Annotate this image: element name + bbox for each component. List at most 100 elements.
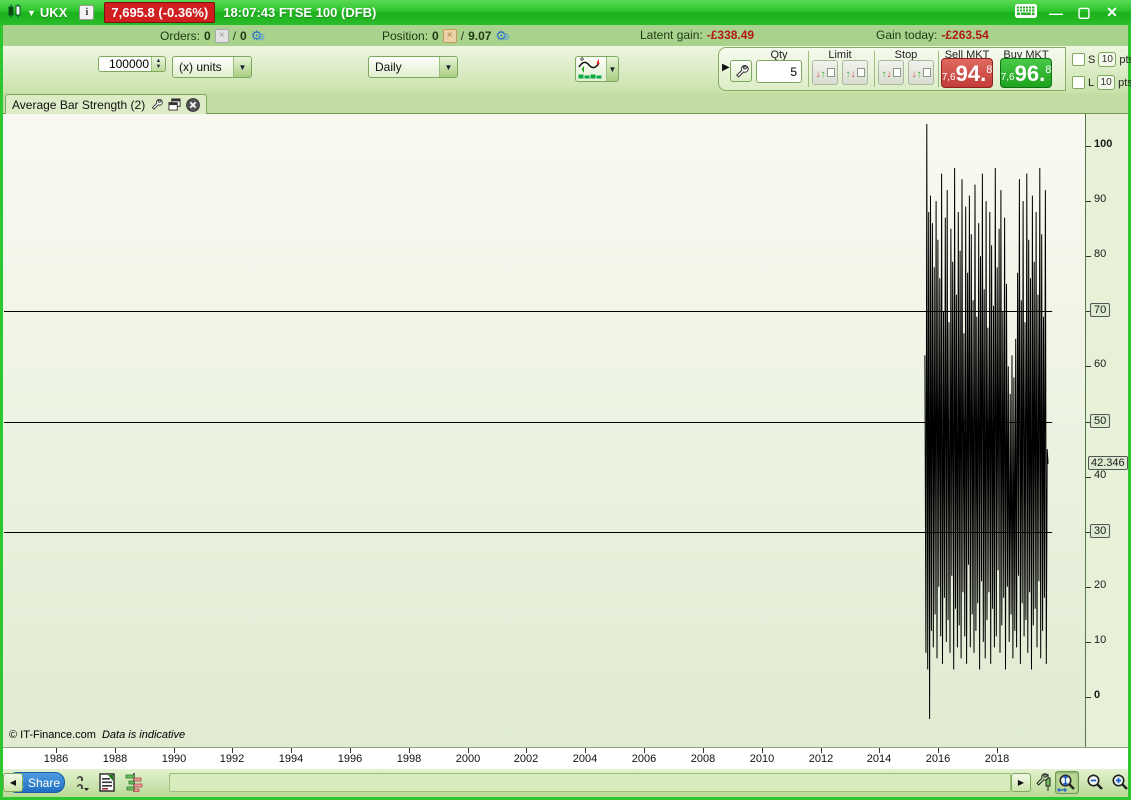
- indicator-series-line: [924, 123, 1049, 720]
- gain-today-label: Gain today:: [876, 28, 938, 42]
- x-tick-label-2012: 2012: [808, 753, 834, 765]
- time-and-instrument: 18:07:43 FTSE 100 (DFB): [223, 5, 377, 20]
- quantity-spinner[interactable]: ▲ ▼: [151, 57, 165, 71]
- orders-settings-icon[interactable]: ⚙⚙: [251, 28, 266, 44]
- limit-checkbox[interactable]: [1072, 76, 1085, 89]
- units-dropdown-caret-icon[interactable]: ▼: [233, 57, 251, 77]
- info-button[interactable]: i: [79, 5, 95, 20]
- stop-buy-order-button[interactable]: ↑↓: [878, 60, 904, 85]
- price-badge: 7,695.8 (-0.36%): [104, 2, 216, 23]
- position-label: Position:: [382, 29, 429, 43]
- stop-pts-input[interactable]: 10: [1098, 52, 1117, 67]
- status-row: Orders: 0 × / 0 ⚙⚙ Position: 0 × / 9.07 …: [3, 25, 1128, 46]
- position-status: Position: 0 × / 9.07 ⚙⚙: [382, 28, 510, 44]
- volume-profile-icon[interactable]: [125, 773, 143, 795]
- x-tick-label-2002: 2002: [513, 753, 539, 765]
- stop-sell-order-button[interactable]: ↓↑: [908, 60, 934, 85]
- quantity-input[interactable]: [99, 57, 151, 71]
- zoom-in-button[interactable]: [1108, 771, 1131, 794]
- y-tick: [1086, 697, 1091, 698]
- close-button[interactable]: ✕: [1103, 4, 1121, 21]
- timeframe-dropdown-caret-icon[interactable]: ▼: [439, 57, 457, 77]
- scrollbar-left-button[interactable]: ◀: [3, 773, 23, 792]
- symbol-dropdown-caret-icon[interactable]: ▼: [27, 8, 36, 18]
- current-value-label: 42.346: [1088, 456, 1128, 470]
- chart-display-settings-icon[interactable]: [1031, 771, 1055, 794]
- maximize-button[interactable]: ▢: [1075, 4, 1093, 21]
- timeframe-dropdown[interactable]: Daily ▼: [368, 56, 458, 78]
- y-tick: [1086, 366, 1091, 367]
- x-tick-label-2010: 2010: [749, 753, 775, 765]
- buy-market-button[interactable]: 7,6 96. 8: [1000, 58, 1052, 88]
- latent-gain-value: -£338.49: [706, 28, 755, 42]
- chart-plot: [4, 123, 1053, 720]
- y-tick-label-80: 80: [1094, 248, 1107, 260]
- news-document-icon[interactable]: [99, 773, 115, 795]
- virtual-keyboard-icon[interactable]: [1015, 4, 1037, 21]
- cancel-orders-icon[interactable]: ×: [214, 29, 229, 43]
- indicator-settings-wrench-icon[interactable]: [150, 98, 163, 111]
- x-tick-label-1996: 1996: [337, 753, 363, 765]
- gain-today: Gain today: -£263.54: [876, 28, 989, 42]
- panel-collapse-icon[interactable]: ▶: [722, 62, 730, 73]
- limit-buy-order-button[interactable]: ↓↑: [812, 60, 838, 85]
- copyright-text: © IT-Finance.com: [9, 729, 96, 741]
- timeframe-selected-value: Daily: [375, 60, 402, 74]
- indicative-note: Data is indicative: [101, 729, 186, 741]
- limit-checkbox-label: L: [1088, 76, 1095, 89]
- position-settings-icon[interactable]: ⚙⚙: [495, 28, 510, 44]
- close-position-icon[interactable]: ×: [442, 29, 457, 43]
- indicator-chart-area[interactable]: 100 90 80 70 60 50 40 30 20 10 0 42.346 © IT-Financ…: [3, 114, 1128, 747]
- y-tick-label-100: 100: [1094, 138, 1113, 150]
- y-tick-label-0: 0: [1094, 689, 1101, 701]
- units-dropdown[interactable]: (x) units ▼: [172, 56, 252, 78]
- indicator-tab-label: Average Bar Strength (2): [12, 97, 146, 112]
- orders-status: Orders: 0 × / 0 ⚙⚙: [160, 28, 266, 44]
- limit-distance-row: L 10 pts: [1072, 75, 1131, 90]
- scrollbar-right-button[interactable]: ▶: [1011, 773, 1031, 792]
- y-tick: [1086, 201, 1091, 202]
- y-tick-label-60: 60: [1094, 358, 1107, 370]
- x-tick-label-1992: 1992: [219, 753, 245, 765]
- zoom-fit-button[interactable]: [1055, 771, 1079, 794]
- x-axis[interactable]: 1986 1988 1990 1992 1994 1996 1998 2000 2002 2004…: [3, 747, 1128, 769]
- y-axis[interactable]: 100 90 80 70 60 50 40 30 20 10 0 42.346: [1085, 114, 1128, 747]
- candlestick-icon: [7, 3, 23, 22]
- minimize-button[interactable]: —: [1047, 5, 1065, 21]
- link-charts-icon[interactable]: [73, 773, 91, 795]
- zoom-out-button[interactable]: [1083, 771, 1107, 794]
- add-indicator-button[interactable]: ▼: [575, 56, 619, 82]
- y-tick: [1086, 587, 1091, 588]
- stop-checkbox[interactable]: [1072, 53, 1085, 66]
- limit-sell-order-button[interactable]: ↑↓: [842, 60, 868, 85]
- x-tick-label-2014: 2014: [866, 753, 892, 765]
- divider: [808, 51, 809, 87]
- scrollbar-track[interactable]: [169, 773, 1011, 792]
- x-tick-label-1990: 1990: [161, 753, 187, 765]
- order-qty-input[interactable]: [756, 60, 802, 83]
- stop-pts-unit: pts: [1119, 53, 1131, 66]
- x-tick-label-1994: 1994: [278, 753, 304, 765]
- orders-count: 0: [204, 29, 211, 43]
- indicator-dropdown-caret-icon[interactable]: ▼: [606, 57, 618, 81]
- x-tick-label-2018: 2018: [984, 753, 1010, 765]
- chart-attribution: © IT-Finance.com Data is indicative: [9, 729, 185, 741]
- close-indicator-icon[interactable]: [186, 97, 201, 112]
- position-separator: /: [460, 29, 465, 43]
- duplicate-panel-icon[interactable]: [168, 98, 181, 111]
- x-tick-label-1988: 1988: [102, 753, 128, 765]
- latent-gain: Latent gain: -£338.49: [640, 28, 754, 42]
- x-tick-label-2016: 2016: [925, 753, 951, 765]
- position-value: 9.07: [468, 29, 492, 43]
- orders-label: Orders:: [160, 29, 201, 43]
- symbol-name[interactable]: UKX: [40, 5, 67, 20]
- divider: [874, 51, 875, 87]
- order-settings-wrench-button[interactable]: [730, 60, 752, 82]
- y-tick: [1086, 477, 1091, 478]
- orders-separator: /: [232, 29, 237, 43]
- indicator-tab[interactable]: Average Bar Strength (2): [5, 94, 208, 114]
- sell-market-button[interactable]: 7,6 94. 8: [941, 58, 993, 88]
- limit-pts-input[interactable]: 10: [1097, 75, 1116, 90]
- indicator-tab-row: Average Bar Strength (2): [3, 93, 1128, 114]
- x-tick-label-1998: 1998: [396, 753, 422, 765]
